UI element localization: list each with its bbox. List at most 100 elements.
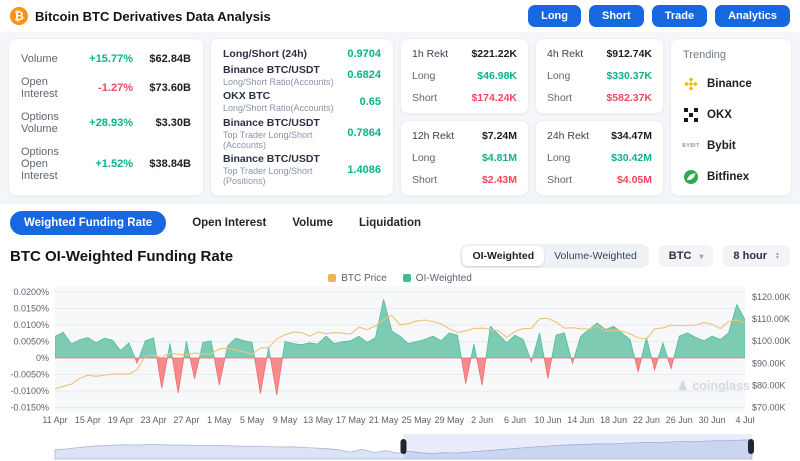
chart-header: BTC OI-Weighted Funding Rate OI-Weighted… [0,241,800,270]
rekt-short-row: Short$4.05M [547,174,652,186]
navigator-handle-left[interactable] [401,439,407,454]
chart-tabs: Weighted Funding Rate Open Interest Volume… [0,204,800,241]
header-button-short[interactable]: Short [589,5,644,27]
rekt-column-1: 1h Rekt$221.22KLong$46.98KShort$174.24K1… [400,38,529,196]
x-tick: 25 May [402,415,432,425]
rekt-period-label: 12h Rekt [412,130,454,142]
y-right-tick: $110.00K [752,314,790,324]
header-button-long[interactable]: Long [528,5,581,27]
ratio-value: 0.9704 [347,48,381,60]
x-tick: 6 Jun [504,415,526,425]
y-left-tick: 0.0050% [13,337,49,347]
x-tick: 19 Apr [108,415,134,425]
x-tick: 5 May [240,415,265,425]
rekt-period-label: 1h Rekt [412,48,448,60]
trending-item-binance[interactable]: Binance [683,76,779,92]
rekt-card-4h-rekt: 4h Rekt$912.74KLong$330.37KShort$582.37K [535,38,664,114]
tab-open-interest[interactable]: Open Interest [192,211,266,235]
bybit-icon: BYBIT [683,138,699,154]
ratio-subtitle: Long/Short Ratio(Accounts) [223,103,360,113]
ratio-value: 0.65 [360,96,381,108]
rekt-card-12h-rekt: 12h Rekt$7.24MLong$4.81MShort$2.43M [400,120,529,196]
y-right-tick: $100.00K [752,336,791,346]
okx-icon [683,107,699,123]
rekt-total-value: $912.74K [606,48,652,60]
x-tick: 22 Jun [633,415,660,425]
rekt-long-value: $30.42M [611,152,652,164]
trending-title: Trending [683,49,779,61]
binance-icon [683,76,699,92]
rekt-short-label: Short [547,92,572,104]
y-left-tick: -0.0100% [10,386,49,396]
stat-value: $73.60B [133,82,191,94]
interval-select[interactable]: 8 hour ▲▼ [723,245,790,267]
ratio-value: 0.7864 [347,127,381,139]
rekt-long-value: $46.98K [477,70,517,82]
toggle-oi-weighted[interactable]: OI-Weighted [462,246,544,266]
x-tick: 29 May [435,415,465,425]
tab-volume[interactable]: Volume [292,211,333,235]
tab-weighted-funding-rate[interactable]: Weighted Funding Rate [10,211,166,235]
legend-label: OI-Weighted [416,273,472,284]
legend-item-btc-price[interactable]: BTC Price [328,273,387,284]
stat-row-options-open-interest: Options Open Interest+1.52%$38.84B [21,146,191,182]
rekt-short-row: Short $174.24K [412,92,517,104]
ratio-text: Binance BTC/USDTLong/Short Ratio(Account… [223,64,347,87]
ratio-row-okx-btc-long-short-ratio-accounts: OKX BTCLong/Short Ratio(Accounts)0.65 [223,90,381,113]
summary-cards: Volume+15.77%$62.84BOpen Interest-1.27%$… [0,32,800,204]
rekt-period-label: 24h Rekt [547,130,589,142]
header-button-trade[interactable]: Trade [652,5,707,27]
coin-select-value: BTC [669,250,692,262]
rekt-short-value: $2.43M [482,174,517,186]
bitcoin-icon: ₿ [10,7,28,25]
trending-item-okx[interactable]: OKX [683,107,779,123]
x-tick: 21 May [369,415,399,425]
tab-liquidation[interactable]: Liquidation [359,211,421,235]
legend-item-oi-weighted[interactable]: OI-Weighted [403,273,472,284]
rekt-card-1h-rekt: 1h Rekt $221.22K Long$46.98K Short $174.24K [400,38,529,114]
coin-select[interactable]: BTC ▾ [659,245,714,267]
trending-item-bybit[interactable]: BYBITBybit [683,138,779,154]
x-tick: 11 Apr [42,415,67,425]
stat-row-volume: Volume+15.77%$62.84B [21,53,191,65]
toggle-volume-weighted[interactable]: Volume-Weighted [544,246,647,266]
trending-item-label: OKX [707,109,732,121]
rekt-short-value: $4.05M [617,174,652,186]
navigator-handle-right[interactable] [748,439,754,454]
ratio-value: 1.4086 [347,164,381,176]
trending-item-bitfinex[interactable]: Bitfinex [683,169,779,185]
x-tick: 10 Jun [534,415,561,425]
rekt-short-value: $582.37K [606,92,652,104]
bitfinex-icon [683,169,699,185]
ratio-title: OKX BTC [223,90,360,102]
navigator-selected-region[interactable] [404,434,753,459]
up-down-arrows-icon: ▲▼ [775,252,780,260]
stat-row-options-volume: Options Volume+28.93%$3.30B [21,111,191,135]
header-button-analytics[interactable]: Analytics [715,5,790,27]
rekt-total-value: $34.47M [611,130,652,142]
stat-value: $3.30B [133,117,191,129]
ratio-subtitle: Long/Short Ratio(Accounts) [223,77,347,87]
ratio-row-binance-btc-usdt-top-trader-long-short-positions: Binance BTC/USDTTop Trader Long/Short (P… [223,153,381,186]
navigator-svg [0,433,800,461]
stat-value: $62.84B [133,53,191,65]
ratio-title: Binance BTC/USDT [223,117,347,129]
rekt-short-label: Short [412,92,437,104]
funding-rate-chart-svg: 0.0200%0.0150%0.0100%0.0050%0%-0.0050%-0… [0,286,800,428]
rekt-short-label: Short [412,174,437,186]
rekt-long-row: Long$46.98K [412,70,517,82]
rekt-period-label: 4h Rekt [547,48,583,60]
trending-item-label: Binance [707,78,752,90]
stat-label: Open Interest [21,76,79,100]
x-tick: 1 May [207,415,232,425]
x-tick: 18 Jun [600,415,627,425]
ratio-text: Long/Short (24h) [223,48,347,60]
ratio-subtitle: Top Trader Long/Short (Positions) [223,166,347,186]
y-right-tick: $70.00K [752,403,786,413]
y-right-tick: $120.00K [752,292,791,302]
rekt-short-value: $174.24K [471,92,517,104]
ratio-title: Long/Short (24h) [223,48,347,60]
ratio-title: Binance BTC/USDT [223,153,347,165]
ratio-text: Binance BTC/USDTTop Trader Long/Short (P… [223,153,347,186]
rekt-total-value: $221.22K [471,48,517,60]
